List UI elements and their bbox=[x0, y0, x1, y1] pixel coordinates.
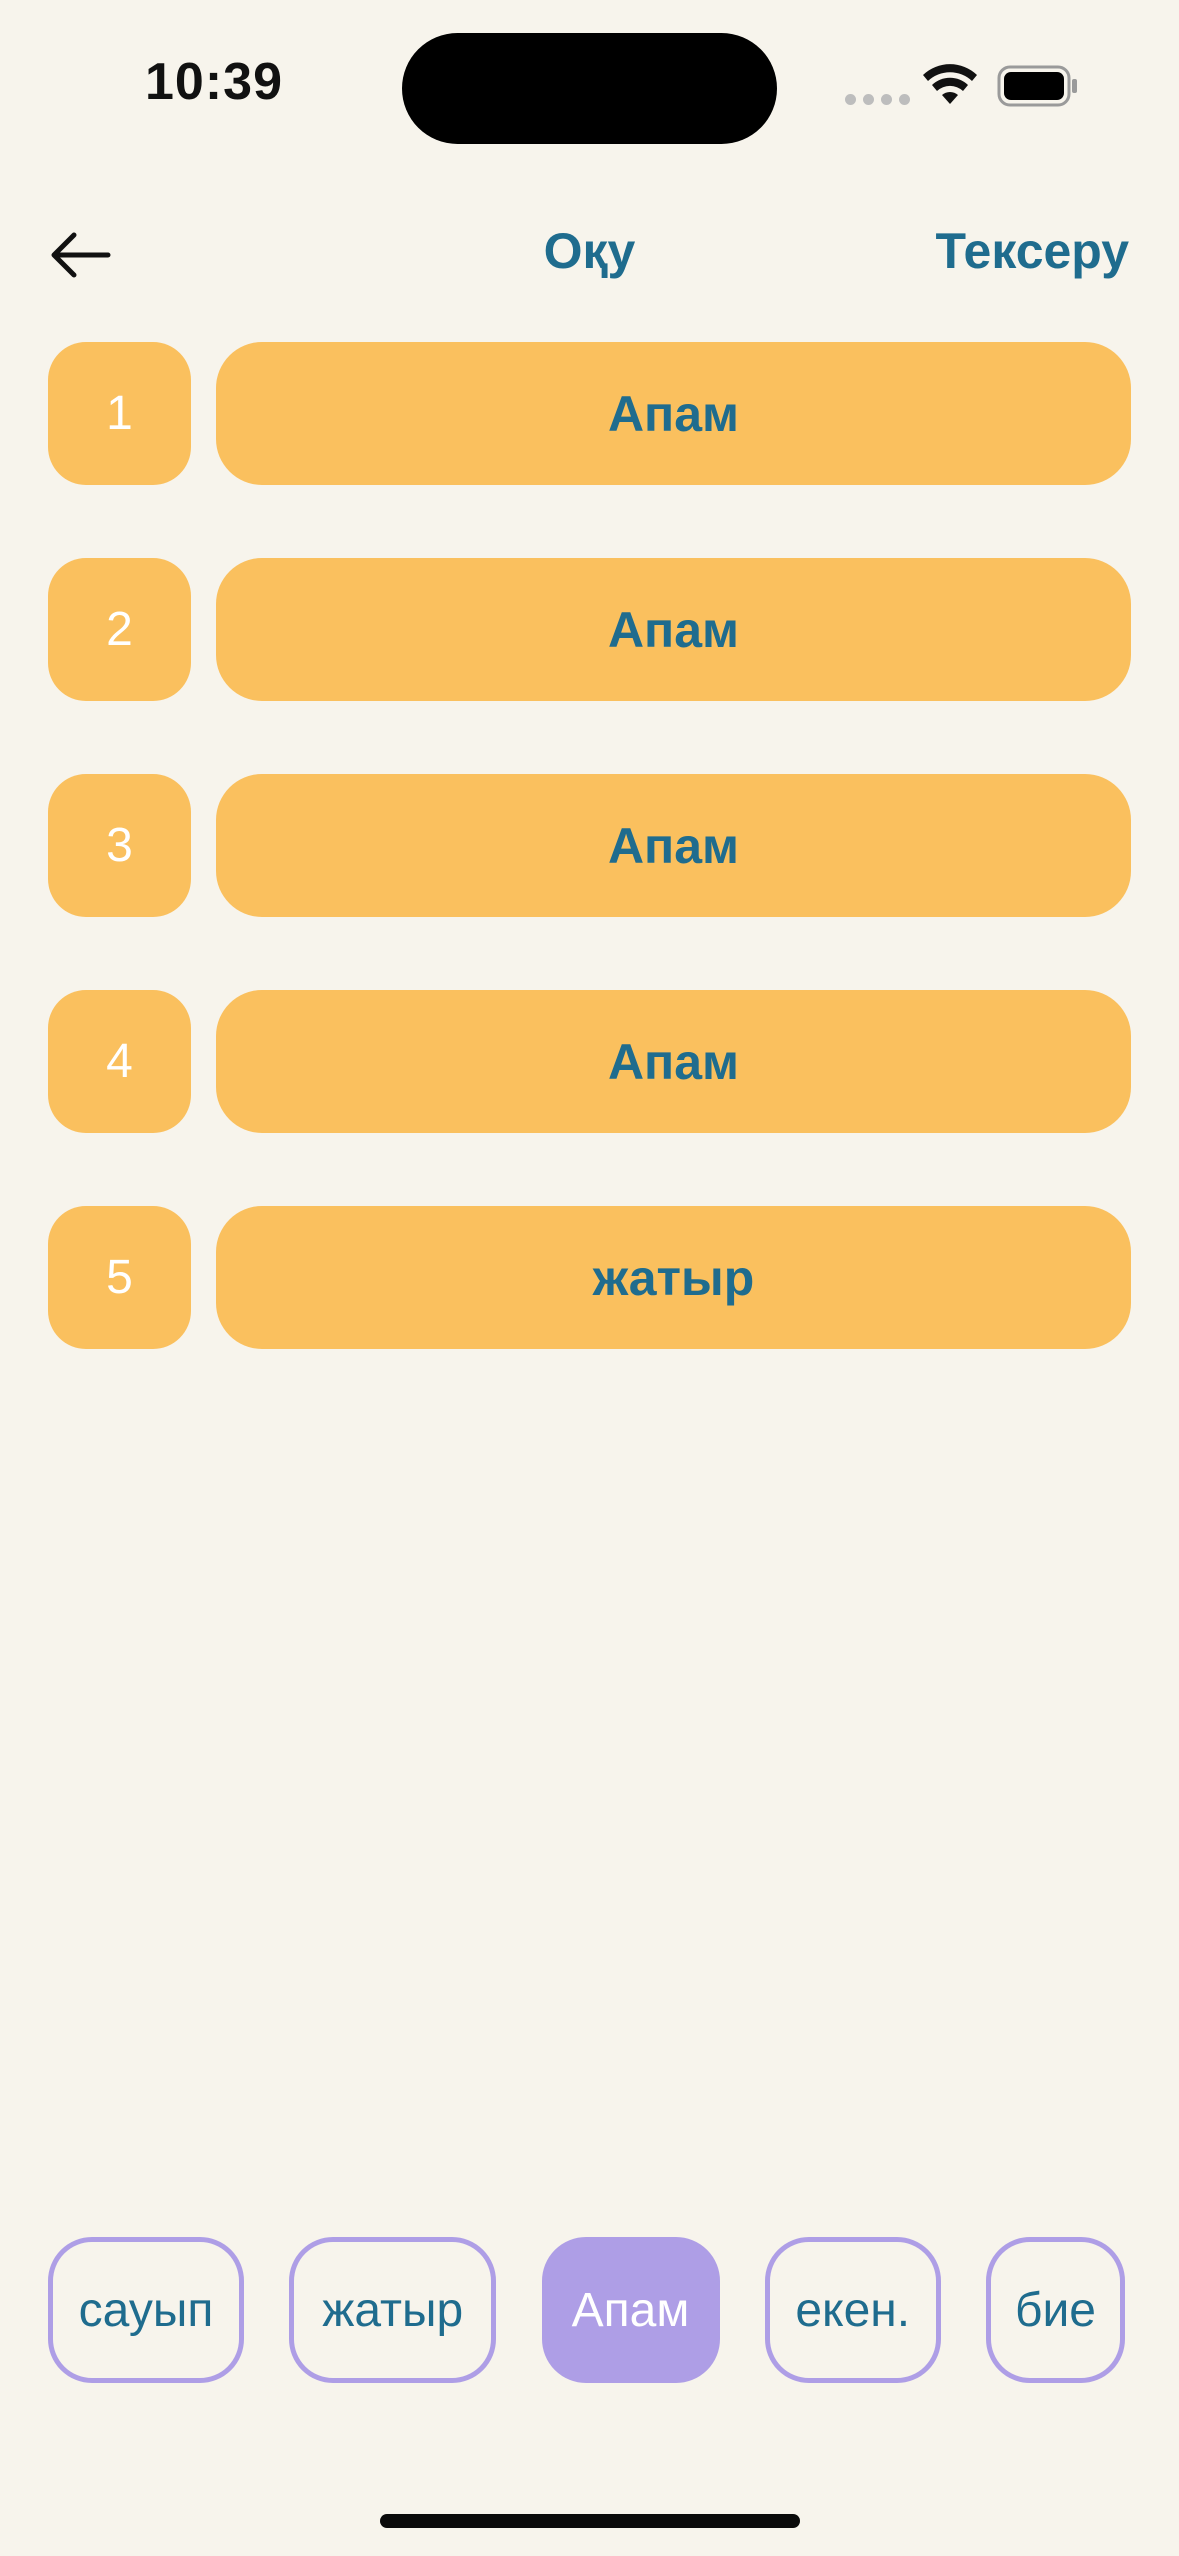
answer-slot[interactable]: жатыр bbox=[216, 1206, 1131, 1349]
word-chip[interactable]: бие bbox=[986, 2237, 1125, 2383]
row-number: 1 bbox=[48, 342, 191, 485]
answer-row: 1 Апам bbox=[48, 342, 1131, 485]
row-number: 5 bbox=[48, 1206, 191, 1349]
answer-slot[interactable]: Апам bbox=[216, 774, 1131, 917]
row-number: 3 bbox=[48, 774, 191, 917]
dynamic-island bbox=[402, 33, 777, 144]
battery-icon bbox=[997, 65, 1077, 107]
answer-row: 3 Апам bbox=[48, 774, 1131, 917]
check-button[interactable]: Тексеру bbox=[935, 222, 1129, 280]
answer-slot[interactable]: Апам bbox=[216, 558, 1131, 701]
word-chip[interactable]: сауып bbox=[48, 2237, 244, 2383]
row-number: 4 bbox=[48, 990, 191, 1133]
word-chip[interactable]: жатыр bbox=[289, 2237, 497, 2383]
word-chip[interactable]: екен. bbox=[764, 2237, 941, 2383]
answer-row: 2 Апам bbox=[48, 558, 1131, 701]
answer-row: 4 Апам bbox=[48, 990, 1131, 1133]
wifi-icon bbox=[923, 64, 977, 104]
home-indicator bbox=[380, 2514, 800, 2528]
cellular-signal-icon bbox=[845, 94, 910, 105]
answer-list: 1 Апам 2 Апам 3 Апам 4 Апам 5 жатыр bbox=[48, 342, 1131, 1422]
row-number: 2 bbox=[48, 558, 191, 701]
answer-slot[interactable]: Апам bbox=[216, 342, 1131, 485]
answer-slot[interactable]: Апам bbox=[216, 990, 1131, 1133]
word-chip[interactable]: Апам bbox=[541, 2237, 720, 2383]
answer-row: 5 жатыр bbox=[48, 1206, 1131, 1349]
word-bank: сауып жатыр Апам екен. бие bbox=[48, 2237, 1125, 2383]
status-time: 10:39 bbox=[145, 53, 283, 111]
